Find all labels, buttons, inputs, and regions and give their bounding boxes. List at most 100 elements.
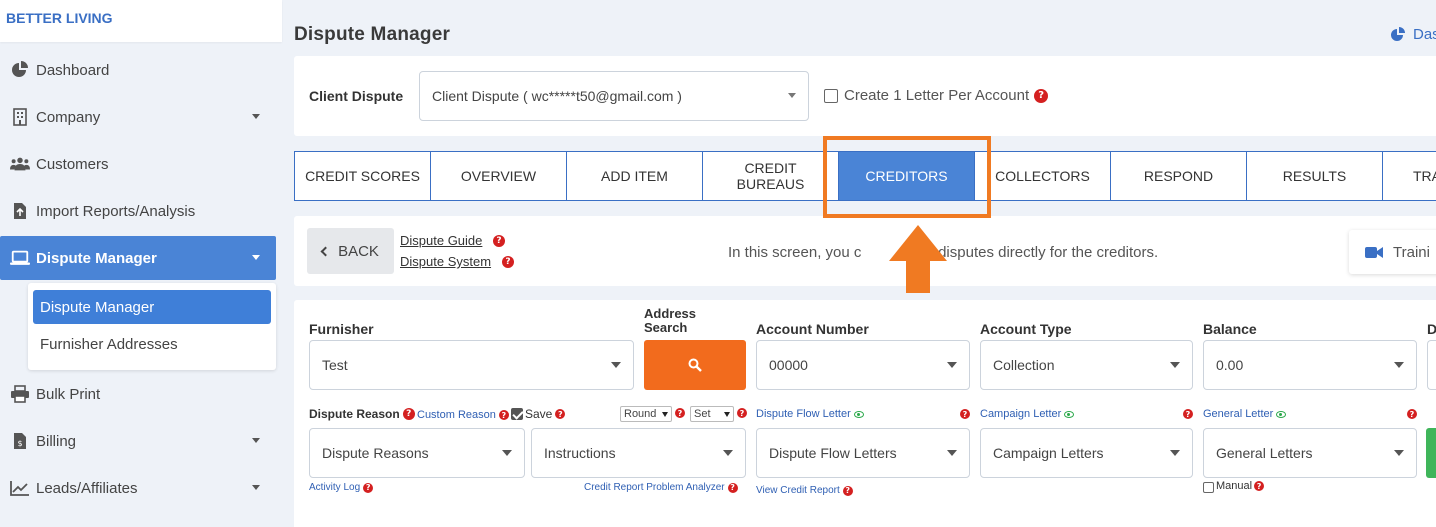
account-number-value: 00000 — [769, 357, 808, 373]
furnisher-label: Furnisher — [309, 321, 374, 337]
sidebar-item-dashboard[interactable]: Dashboard — [0, 48, 276, 92]
page-title: Dispute Manager — [294, 24, 451, 45]
sidebar-item-customers[interactable]: Customers — [0, 142, 276, 186]
view-credit-report-link[interactable]: View Credit Report ? — [756, 485, 853, 496]
dispute-flow-letter-link[interactable]: Dispute Flow Letter — [756, 408, 864, 420]
info-text-left: In this screen, you c — [728, 244, 862, 261]
dispute-reason-text: Dispute Reason — [309, 407, 400, 421]
help-icon[interactable]: ? — [960, 409, 970, 419]
dispute-flow-letter-text: Dispute Flow Letter — [756, 408, 851, 420]
help-icon[interactable]: ? — [363, 482, 374, 493]
dispute-reasons-select[interactable]: Dispute Reasons — [309, 428, 525, 478]
account-number-select[interactable]: 00000 — [756, 340, 970, 390]
general-letters-select[interactable]: General Letters — [1203, 428, 1417, 478]
help-icon[interactable]: ? — [1183, 409, 1193, 419]
generate-button[interactable] — [1426, 428, 1436, 478]
building-icon — [10, 107, 30, 127]
help-icon[interactable]: ? — [402, 408, 415, 420]
eye-icon[interactable] — [853, 410, 864, 418]
set-select[interactable]: Set — [690, 406, 734, 422]
help-icon[interactable]: ? — [493, 235, 505, 247]
tab-respond[interactable]: RESPOND — [1111, 152, 1247, 200]
eye-icon[interactable] — [1276, 410, 1287, 418]
chevron-down-icon — [1170, 450, 1180, 456]
client-dispute-select[interactable]: Client Dispute ( wc*****t50@gmail.com ) — [419, 71, 809, 121]
chevron-down-icon — [724, 412, 730, 417]
custom-reason-link[interactable]: Custom Reason ? — [417, 409, 509, 421]
sidebar-item-bulk-print[interactable]: Bulk Print — [0, 372, 276, 416]
search-icon — [688, 358, 702, 372]
sidebar-item-billing[interactable]: $ Billing — [0, 419, 276, 463]
pie-chart-icon — [10, 60, 30, 80]
submenu-item-dispute-manager[interactable]: Dispute Manager — [33, 290, 271, 324]
chevron-down-icon — [723, 450, 733, 456]
dispute-form-card: Furnisher Test Address Search Account Nu… — [294, 300, 1436, 527]
svg-text:$: $ — [17, 439, 22, 448]
help-icon[interactable]: ? — [675, 408, 685, 418]
round-select[interactable]: Round — [620, 406, 672, 422]
chevron-down-icon — [252, 114, 260, 119]
chevron-down-icon — [611, 362, 621, 368]
help-icon[interactable]: ? — [555, 409, 566, 419]
help-icon[interactable]: ? — [1034, 88, 1049, 103]
account-type-value: Collection — [993, 357, 1055, 373]
campaign-letters-value: Campaign Letters — [993, 445, 1104, 461]
brand-logo[interactable]: BETTER LIVING — [0, 0, 282, 42]
tab-credit-bureaus[interactable]: CREDIT BUREAUS — [703, 152, 839, 200]
submenu-item-furnisher-addresses[interactable]: Furnisher Addresses — [33, 327, 271, 361]
client-dispute-card: Client Dispute Client Dispute ( wc*****t… — [294, 56, 1436, 136]
activity-log-link[interactable]: Activity Log ? — [309, 482, 374, 493]
back-button-label: BACK — [338, 242, 379, 260]
tab-add-item[interactable]: ADD ITEM — [567, 152, 703, 200]
dashboard-link[interactable]: Das — [1390, 26, 1436, 43]
eye-icon[interactable] — [1064, 410, 1075, 418]
sidebar-item-import-reports[interactable]: Import Reports/Analysis — [0, 189, 276, 233]
sidebar-item-dispute-manager[interactable]: Dispute Manager — [0, 236, 276, 280]
sidebar-item-leads-affiliates[interactable]: Leads/Affiliates — [0, 466, 276, 510]
dispute-guide-link[interactable]: Dispute Guide — [400, 233, 482, 248]
dispute-flow-letters-select[interactable]: Dispute Flow Letters — [756, 428, 970, 478]
users-icon — [10, 154, 30, 174]
manual-checkbox[interactable] — [1203, 482, 1214, 493]
chevron-down-icon — [252, 255, 260, 260]
one-letter-per-account-text: Create 1 Letter Per Account — [844, 87, 1030, 104]
tab-results[interactable]: RESULTS — [1247, 152, 1383, 200]
instructions-select[interactable]: Instructions — [531, 428, 746, 478]
printer-icon — [10, 384, 30, 404]
help-icon[interactable]: ? — [1254, 481, 1265, 491]
training-button[interactable]: Traini — [1349, 230, 1436, 274]
help-icon[interactable]: ? — [502, 256, 514, 268]
general-letter-text: General Letter — [1203, 408, 1274, 420]
campaign-letters-select[interactable]: Campaign Letters — [980, 428, 1193, 478]
next-column-select[interactable] — [1427, 340, 1436, 390]
general-letter-link[interactable]: General Letter — [1203, 408, 1287, 420]
save-label: Save ? — [525, 407, 566, 421]
back-button[interactable]: BACK — [307, 228, 394, 274]
campaign-letter-link[interactable]: Campaign Letter — [980, 408, 1075, 420]
activity-log-text: Activity Log — [309, 482, 361, 493]
tab-truncated[interactable]: TRA — [1383, 152, 1436, 200]
furnisher-select[interactable]: Test — [309, 340, 634, 390]
sidebar-item-company[interactable]: Company — [0, 95, 276, 139]
account-type-select[interactable]: Collection — [980, 340, 1193, 390]
help-icon[interactable]: ? — [498, 410, 509, 420]
chevron-down-icon — [252, 485, 260, 490]
help-icon[interactable]: ? — [842, 485, 853, 496]
sidebar-item-label: Import Reports/Analysis — [36, 202, 196, 220]
balance-label: Balance — [1203, 321, 1257, 337]
tab-overview[interactable]: OVERVIEW — [431, 152, 567, 200]
chevron-down-icon — [1170, 362, 1180, 368]
save-checkbox[interactable] — [511, 408, 523, 420]
tab-collectors[interactable]: COLLECTORS — [975, 152, 1111, 200]
address-search-button[interactable] — [644, 340, 746, 390]
problem-analyzer-link[interactable]: Credit Report Problem Analyzer ? — [584, 482, 738, 493]
help-icon[interactable]: ? — [1407, 409, 1417, 419]
help-icon[interactable]: ? — [727, 482, 738, 493]
balance-select[interactable]: 0.00 — [1203, 340, 1417, 390]
custom-reason-text: Custom Reason — [417, 409, 496, 421]
dispute-system-link[interactable]: Dispute System — [400, 254, 491, 269]
help-icon[interactable]: ? — [737, 408, 747, 418]
one-letter-per-account-checkbox[interactable] — [824, 89, 838, 103]
tab-credit-scores[interactable]: CREDIT SCORES — [295, 152, 431, 200]
dispute-reason-label: Dispute Reason ? — [309, 407, 415, 421]
